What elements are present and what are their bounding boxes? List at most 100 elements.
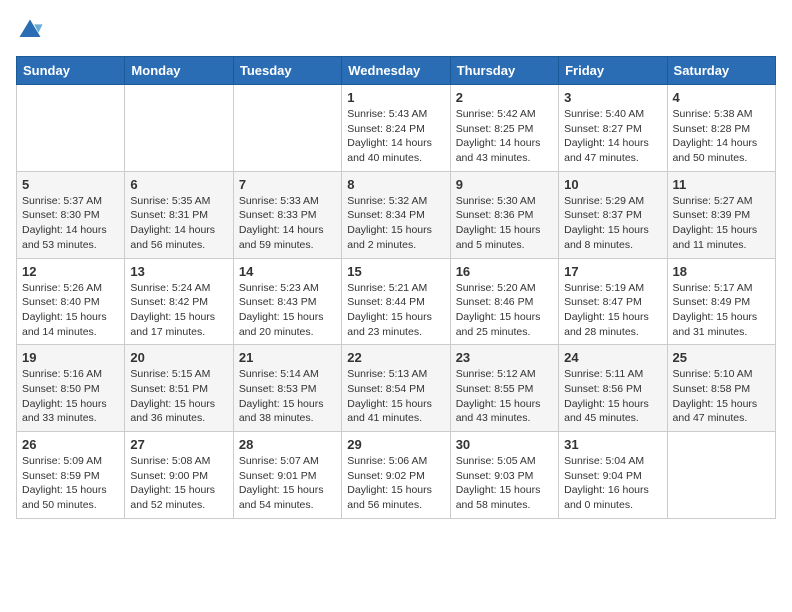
- day-number: 7: [239, 177, 336, 192]
- day-content: Sunrise: 5:16 AM Sunset: 8:50 PM Dayligh…: [22, 367, 119, 426]
- calendar-cell: 19 Sunrise: 5:16 AM Sunset: 8:50 PM Dayli…: [17, 345, 125, 432]
- logo-icon: [16, 16, 44, 44]
- day-number: 8: [347, 177, 444, 192]
- day-content: Sunrise: 5:23 AM Sunset: 8:43 PM Dayligh…: [239, 281, 336, 340]
- calendar-cell: 5 Sunrise: 5:37 AM Sunset: 8:30 PM Daylig…: [17, 171, 125, 258]
- day-number: 29: [347, 437, 444, 452]
- day-content: Sunrise: 5:04 AM Sunset: 9:04 PM Dayligh…: [564, 454, 661, 513]
- calendar-cell: 25 Sunrise: 5:10 AM Sunset: 8:58 PM Dayli…: [667, 345, 775, 432]
- header-row: SundayMondayTuesdayWednesdayThursdayFrid…: [17, 57, 776, 85]
- day-content: Sunrise: 5:21 AM Sunset: 8:44 PM Dayligh…: [347, 281, 444, 340]
- calendar-cell: 2Sunrise: 5:42 AM Sunset: 8:25 PM Daylig…: [450, 85, 558, 172]
- logo: [16, 16, 48, 44]
- day-content: Sunrise: 5:10 AM Sunset: 8:58 PM Dayligh…: [673, 367, 770, 426]
- day-number: 2: [456, 90, 553, 105]
- day-content: Sunrise: 5:26 AM Sunset: 8:40 PM Dayligh…: [22, 281, 119, 340]
- day-content: Sunrise: 5:17 AM Sunset: 8:49 PM Dayligh…: [673, 281, 770, 340]
- calendar-cell: [233, 85, 341, 172]
- calendar-body: 1 Sunrise: 5:43 AM Sunset: 8:24 PM Daylig…: [17, 85, 776, 519]
- header-cell-sunday: Sunday: [17, 57, 125, 85]
- calendar-cell: [125, 85, 233, 172]
- header-cell-friday: Friday: [559, 57, 667, 85]
- calendar-cell: 4 Sunrise: 5:38 AM Sunset: 8:28 PM Daylig…: [667, 85, 775, 172]
- day-content: Sunrise: 5:14 AM Sunset: 8:53 PM Dayligh…: [239, 367, 336, 426]
- day-content: Sunrise: 5:13 AM Sunset: 8:54 PM Dayligh…: [347, 367, 444, 426]
- calendar-cell: 10Sunrise: 5:29 AM Sunset: 8:37 PM Dayli…: [559, 171, 667, 258]
- calendar-cell: 17 Sunrise: 5:19 AM Sunset: 8:47 PM Dayli…: [559, 258, 667, 345]
- calendar-cell: 13 Sunrise: 5:24 AM Sunset: 8:42 PM Dayli…: [125, 258, 233, 345]
- day-number: 26: [22, 437, 119, 452]
- week-row-1: 1 Sunrise: 5:43 AM Sunset: 8:24 PM Daylig…: [17, 85, 776, 172]
- day-content: Sunrise: 5:15 AM Sunset: 8:51 PM Dayligh…: [130, 367, 227, 426]
- calendar-cell: 8 Sunrise: 5:32 AM Sunset: 8:34 PM Daylig…: [342, 171, 450, 258]
- week-row-4: 19 Sunrise: 5:16 AM Sunset: 8:50 PM Dayli…: [17, 345, 776, 432]
- day-number: 11: [673, 177, 770, 192]
- calendar-table: SundayMondayTuesdayWednesdayThursdayFrid…: [16, 56, 776, 519]
- day-number: 9: [456, 177, 553, 192]
- calendar-cell: 3Sunrise: 5:40 AM Sunset: 8:27 PM Daylig…: [559, 85, 667, 172]
- header-cell-wednesday: Wednesday: [342, 57, 450, 85]
- day-content: Sunrise: 5:29 AM Sunset: 8:37 PM Dayligh…: [564, 194, 661, 253]
- calendar-cell: 27Sunrise: 5:08 AM Sunset: 9:00 PM Dayli…: [125, 432, 233, 519]
- calendar-cell: 11 Sunrise: 5:27 AM Sunset: 8:39 PM Dayli…: [667, 171, 775, 258]
- calendar-cell: 18Sunrise: 5:17 AM Sunset: 8:49 PM Dayli…: [667, 258, 775, 345]
- calendar-header: SundayMondayTuesdayWednesdayThursdayFrid…: [17, 57, 776, 85]
- day-number: 4: [673, 90, 770, 105]
- header-cell-saturday: Saturday: [667, 57, 775, 85]
- day-content: Sunrise: 5:08 AM Sunset: 9:00 PM Dayligh…: [130, 454, 227, 513]
- day-number: 19: [22, 350, 119, 365]
- day-content: Sunrise: 5:11 AM Sunset: 8:56 PM Dayligh…: [564, 367, 661, 426]
- calendar-cell: [667, 432, 775, 519]
- calendar-cell: 21Sunrise: 5:14 AM Sunset: 8:53 PM Dayli…: [233, 345, 341, 432]
- header-cell-thursday: Thursday: [450, 57, 558, 85]
- day-number: 5: [22, 177, 119, 192]
- calendar-cell: 30 Sunrise: 5:05 AM Sunset: 9:03 PM Dayli…: [450, 432, 558, 519]
- day-number: 17: [564, 264, 661, 279]
- day-number: 12: [22, 264, 119, 279]
- day-number: 31: [564, 437, 661, 452]
- day-content: Sunrise: 5:24 AM Sunset: 8:42 PM Dayligh…: [130, 281, 227, 340]
- calendar-cell: 22Sunrise: 5:13 AM Sunset: 8:54 PM Dayli…: [342, 345, 450, 432]
- day-number: 30: [456, 437, 553, 452]
- day-number: 23: [456, 350, 553, 365]
- day-content: Sunrise: 5:37 AM Sunset: 8:30 PM Dayligh…: [22, 194, 119, 253]
- day-content: Sunrise: 5:35 AM Sunset: 8:31 PM Dayligh…: [130, 194, 227, 253]
- day-content: Sunrise: 5:12 AM Sunset: 8:55 PM Dayligh…: [456, 367, 553, 426]
- day-number: 25: [673, 350, 770, 365]
- week-row-5: 26 Sunrise: 5:09 AM Sunset: 8:59 PM Dayli…: [17, 432, 776, 519]
- calendar-cell: 12 Sunrise: 5:26 AM Sunset: 8:40 PM Dayli…: [17, 258, 125, 345]
- calendar-cell: 15 Sunrise: 5:21 AM Sunset: 8:44 PM Dayli…: [342, 258, 450, 345]
- week-row-3: 12 Sunrise: 5:26 AM Sunset: 8:40 PM Dayli…: [17, 258, 776, 345]
- day-content: Sunrise: 5:43 AM Sunset: 8:24 PM Dayligh…: [347, 107, 444, 166]
- day-number: 24: [564, 350, 661, 365]
- calendar-cell: [17, 85, 125, 172]
- day-content: Sunrise: 5:38 AM Sunset: 8:28 PM Dayligh…: [673, 107, 770, 166]
- day-content: Sunrise: 5:05 AM Sunset: 9:03 PM Dayligh…: [456, 454, 553, 513]
- day-number: 14: [239, 264, 336, 279]
- day-number: 20: [130, 350, 227, 365]
- day-number: 3: [564, 90, 661, 105]
- day-content: Sunrise: 5:20 AM Sunset: 8:46 PM Dayligh…: [456, 281, 553, 340]
- calendar-cell: 7 Sunrise: 5:33 AM Sunset: 8:33 PM Daylig…: [233, 171, 341, 258]
- day-number: 13: [130, 264, 227, 279]
- calendar-cell: 29Sunrise: 5:06 AM Sunset: 9:02 PM Dayli…: [342, 432, 450, 519]
- header-cell-tuesday: Tuesday: [233, 57, 341, 85]
- calendar-cell: 24 Sunrise: 5:11 AM Sunset: 8:56 PM Dayli…: [559, 345, 667, 432]
- day-number: 1: [347, 90, 444, 105]
- day-number: 6: [130, 177, 227, 192]
- week-row-2: 5 Sunrise: 5:37 AM Sunset: 8:30 PM Daylig…: [17, 171, 776, 258]
- calendar-cell: 14 Sunrise: 5:23 AM Sunset: 8:43 PM Dayli…: [233, 258, 341, 345]
- calendar-cell: 28Sunrise: 5:07 AM Sunset: 9:01 PM Dayli…: [233, 432, 341, 519]
- day-number: 15: [347, 264, 444, 279]
- day-content: Sunrise: 5:19 AM Sunset: 8:47 PM Dayligh…: [564, 281, 661, 340]
- day-content: Sunrise: 5:33 AM Sunset: 8:33 PM Dayligh…: [239, 194, 336, 253]
- page-header: [16, 16, 776, 44]
- header-cell-monday: Monday: [125, 57, 233, 85]
- day-number: 16: [456, 264, 553, 279]
- day-content: Sunrise: 5:09 AM Sunset: 8:59 PM Dayligh…: [22, 454, 119, 513]
- calendar-cell: 31 Sunrise: 5:04 AM Sunset: 9:04 PM Dayli…: [559, 432, 667, 519]
- calendar-cell: 23 Sunrise: 5:12 AM Sunset: 8:55 PM Dayli…: [450, 345, 558, 432]
- day-content: Sunrise: 5:27 AM Sunset: 8:39 PM Dayligh…: [673, 194, 770, 253]
- calendar-cell: 20 Sunrise: 5:15 AM Sunset: 8:51 PM Dayli…: [125, 345, 233, 432]
- day-content: Sunrise: 5:32 AM Sunset: 8:34 PM Dayligh…: [347, 194, 444, 253]
